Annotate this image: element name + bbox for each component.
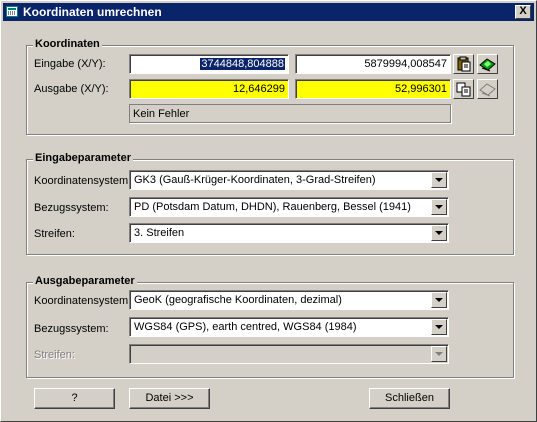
output-label: Ausgabe (X/Y): — [34, 83, 109, 95]
output-datum-label: Bezugssystem: — [34, 323, 109, 335]
input-datum-select[interactable]: PD (Potsdam Datum, DHDN), Rauenberg, Bes… — [129, 197, 449, 217]
output-strip-label: Streifen: — [34, 349, 75, 361]
title-bar: Koordinaten umrechnen X — [3, 3, 534, 21]
input-datum-value: PD (Potsdam Datum, DHDN), Rauenberg, Bes… — [134, 201, 411, 213]
chevron-down-icon[interactable] — [431, 199, 447, 215]
output-x-field[interactable]: 12,646299 — [129, 79, 289, 99]
output-system-value: GeoK (geografische Koordinaten, dezimal) — [134, 294, 342, 306]
input-params-group-title: Eingabeparameter — [33, 152, 133, 164]
window-title: Koordinaten umrechnen — [23, 5, 162, 19]
chevron-down-icon[interactable] — [431, 319, 447, 335]
input-system-select[interactable]: GK3 (Gauß-Krüger-Koordinaten, 3-Grad-Str… — [129, 170, 449, 190]
output-system-label: Koordinatensystem: — [34, 295, 132, 307]
input-datum-label: Bezugssystem: — [34, 202, 109, 214]
input-label: Eingabe (X/Y): — [34, 58, 106, 70]
chevron-down-icon — [431, 346, 447, 362]
file-button[interactable]: Datei >>> — [129, 388, 210, 409]
input-system-value: GK3 (Gauß-Krüger-Koordinaten, 3-Grad-Str… — [134, 174, 376, 186]
output-datum-select[interactable]: WGS84 (GPS), earth centred, WGS84 (1984) — [129, 317, 449, 337]
close-window-button[interactable]: X — [515, 5, 531, 19]
chevron-down-icon[interactable] — [431, 225, 447, 241]
output-params-group-title: Ausgabeparameter — [33, 275, 137, 287]
copy-icon — [456, 82, 471, 97]
copy-button[interactable] — [453, 79, 474, 99]
map-icon — [479, 58, 496, 72]
output-y-field[interactable]: 52,996301 — [295, 79, 451, 99]
dialog-window: Koordinaten umrechnen X Koordinaten Eing… — [0, 0, 537, 422]
coordinates-group-title: Koordinaten — [33, 38, 102, 50]
close-button[interactable]: Schließen — [369, 388, 450, 409]
paste-icon — [457, 56, 471, 72]
input-strip-value: 3. Streifen — [134, 227, 185, 239]
input-strip-label: Streifen: — [34, 228, 75, 240]
output-system-select[interactable]: GeoK (geografische Koordinaten, dezimal) — [129, 290, 449, 310]
input-x-field[interactable]: 3744848,804888 — [129, 54, 289, 74]
map-icon-disabled — [479, 83, 496, 97]
input-y-field[interactable]: 5879994,008547 — [295, 54, 451, 74]
input-strip-select[interactable]: 3. Streifen — [129, 223, 449, 243]
chevron-down-icon[interactable] — [431, 292, 447, 308]
input-map-button[interactable] — [477, 54, 498, 74]
app-icon — [6, 6, 18, 17]
status-field: Kein Fehler — [129, 104, 451, 123]
paste-button[interactable] — [453, 54, 474, 74]
input-x-value: 3744848,804888 — [200, 58, 285, 70]
output-strip-select — [129, 344, 449, 364]
input-system-label: Koordinatensystem: — [34, 175, 132, 187]
chevron-down-icon[interactable] — [431, 172, 447, 188]
help-button[interactable]: ? — [34, 388, 115, 409]
output-map-button[interactable] — [477, 79, 498, 99]
output-datum-value: WGS84 (GPS), earth centred, WGS84 (1984) — [134, 321, 357, 333]
